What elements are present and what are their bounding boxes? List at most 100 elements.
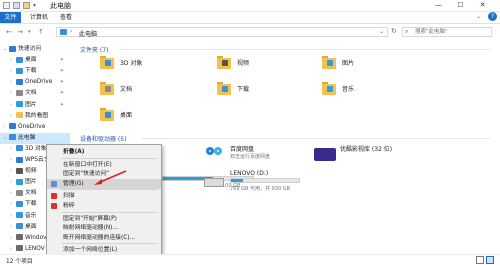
maximize-button[interactable]: ☐ bbox=[452, 0, 469, 11]
help-icon[interactable]: ? bbox=[488, 12, 497, 21]
menu-separator bbox=[61, 211, 157, 213]
folder-icon bbox=[16, 56, 23, 63]
menu-item[interactable]: 粉碎 bbox=[47, 201, 161, 211]
pin-icon: ✦ bbox=[59, 57, 64, 64]
up-icon[interactable]: ↑ bbox=[38, 28, 44, 36]
folder-icon bbox=[16, 234, 23, 241]
folder-item[interactable]: 视频 bbox=[217, 54, 337, 76]
folder-icon bbox=[217, 54, 231, 70]
menu-item[interactable]: 折叠(A) bbox=[47, 147, 161, 157]
folder-item[interactable]: 3D 对象 bbox=[100, 54, 220, 76]
folder-icon bbox=[16, 178, 23, 185]
drive-label: LENOVO (D:) bbox=[230, 170, 269, 177]
drive-d-item[interactable]: LENOVO (D:) 769 GB 可用，共 930 GB bbox=[202, 170, 342, 200]
close-button[interactable]: ✕ bbox=[474, 0, 491, 11]
folder-icon bbox=[16, 167, 23, 174]
folders-group-title[interactable]: 文件夹 (7) bbox=[80, 45, 108, 54]
menu-item-label: 粉碎 bbox=[63, 203, 75, 209]
folder-icon bbox=[16, 245, 23, 252]
menu-separator bbox=[61, 243, 157, 245]
folder-label: 音乐 bbox=[342, 86, 355, 93]
computer-icon bbox=[60, 29, 67, 35]
folder-icon bbox=[100, 54, 114, 70]
folder-icon bbox=[16, 145, 23, 152]
menu-separator bbox=[61, 189, 157, 191]
security-icon bbox=[51, 193, 57, 200]
context-menu: 折叠(A) 在新窗口中打开(E) 固定到"快速访问" 管理(G) 扫描 粉碎 固定到"开始"… bbox=[46, 144, 162, 260]
tab-file[interactable]: 文件 bbox=[0, 12, 21, 23]
nav-item-label: OneDrive bbox=[18, 123, 46, 130]
folder-icon bbox=[16, 156, 23, 163]
group-divider bbox=[120, 49, 490, 50]
expand-ribbon-icon[interactable]: ⌄ bbox=[476, 13, 481, 20]
address-dropdown-icon[interactable]: ⌄ bbox=[379, 28, 384, 35]
folder-item[interactable]: 音乐 bbox=[322, 80, 442, 102]
nav-item-label: Windov bbox=[25, 234, 47, 241]
nav-item[interactable]: ⌄ 此电脑 bbox=[0, 132, 70, 144]
nav-item-label: 文档 bbox=[25, 90, 37, 97]
search-box[interactable]: ⌕ bbox=[402, 27, 492, 37]
minimize-button[interactable]: — bbox=[430, 0, 447, 11]
tab-computer[interactable]: 计算机 bbox=[25, 12, 53, 23]
menu-item[interactable]: 固定到"开始"屏幕(P) bbox=[47, 214, 161, 224]
customize-qat-icon[interactable]: ▾ bbox=[33, 2, 36, 9]
folder-icon bbox=[100, 80, 114, 96]
folder-icon bbox=[16, 67, 23, 74]
new-folder-icon[interactable] bbox=[23, 2, 30, 9]
folder-icon bbox=[322, 54, 336, 70]
folder-icon bbox=[16, 189, 23, 196]
menu-item[interactable]: 扫描 bbox=[47, 191, 161, 201]
breadcrumb-chevron-icon[interactable]: › bbox=[70, 28, 72, 35]
title-bar: ▾ 此电脑 — ☐ ✕ bbox=[0, 0, 500, 12]
menu-item[interactable]: 映射网络驱动器(N)... bbox=[47, 223, 161, 233]
manage-icon bbox=[51, 180, 57, 187]
folder-label: 下载 bbox=[237, 86, 250, 93]
drive-sub: 双击运行百度网盘 bbox=[230, 154, 271, 160]
folder-label: 视频 bbox=[237, 60, 250, 67]
folder-item[interactable]: 下载 bbox=[217, 80, 337, 102]
details-view-icon[interactable] bbox=[476, 256, 484, 264]
folder-label: 文档 bbox=[120, 86, 133, 93]
large-icons-view-icon[interactable] bbox=[486, 256, 494, 264]
nav-item[interactable]: › 文档 ✦ bbox=[0, 88, 70, 99]
forward-icon[interactable]: → bbox=[17, 28, 23, 36]
back-icon[interactable]: ← bbox=[6, 28, 12, 36]
pin-icon: ✦ bbox=[59, 101, 64, 108]
nav-item[interactable]: › 我的看图 bbox=[0, 111, 70, 122]
menu-item-label: 管理(G) bbox=[63, 180, 84, 187]
nav-item[interactable]: › 下载 ✦ bbox=[0, 66, 70, 77]
nav-item[interactable]: ⌄ 快速访问 bbox=[0, 44, 70, 55]
baidu-netdisk-icon bbox=[205, 144, 225, 162]
drive-icon bbox=[204, 178, 224, 187]
tab-view[interactable]: 查看 bbox=[55, 12, 77, 23]
nav-item[interactable]: › OneDrive bbox=[0, 122, 70, 133]
address-bar[interactable]: › 此电脑 ⌄ bbox=[56, 27, 388, 38]
nav-item[interactable]: › 图片 ✦ bbox=[0, 100, 70, 111]
folder-icon bbox=[217, 80, 231, 96]
folder-item[interactable]: 文档 bbox=[100, 80, 220, 102]
ribbon-tabs: 文件 计算机 查看 ⌄ ? bbox=[0, 12, 500, 24]
folder-item[interactable]: 图片 bbox=[322, 54, 442, 76]
group-divider bbox=[142, 138, 490, 139]
window-title: 此电脑 bbox=[50, 2, 71, 10]
folder-label: 桌面 bbox=[120, 112, 133, 119]
nav-item-label: 文档 bbox=[25, 190, 37, 197]
menu-item[interactable]: 断开网络驱动器的连接(C)... bbox=[47, 233, 161, 243]
properties-icon[interactable] bbox=[13, 2, 20, 9]
search-input[interactable] bbox=[415, 28, 485, 36]
breadcrumb[interactable]: 此电脑 bbox=[79, 29, 97, 38]
pin-icon: ✦ bbox=[59, 90, 64, 97]
refresh-icon[interactable]: ↻ bbox=[391, 27, 397, 35]
folder-label: 图片 bbox=[342, 60, 355, 67]
pin-icon: ✦ bbox=[59, 79, 64, 86]
devices-group-title[interactable]: 设备和驱动器 (5) bbox=[80, 134, 126, 143]
nav-item[interactable]: › OneDrive ✦ bbox=[0, 77, 70, 88]
app-icon bbox=[3, 2, 10, 9]
nav-item-label: 下载 bbox=[25, 68, 37, 75]
recent-dropdown-icon[interactable]: ▾ bbox=[28, 29, 31, 35]
folder-item[interactable]: 桌面 bbox=[100, 106, 220, 128]
status-bar: 12 个项目 bbox=[0, 254, 500, 265]
nav-item[interactable]: › 桌面 ✦ bbox=[0, 55, 70, 66]
menu-item-label: 扫描 bbox=[63, 193, 75, 200]
nav-item-label: LENOV bbox=[25, 245, 45, 252]
